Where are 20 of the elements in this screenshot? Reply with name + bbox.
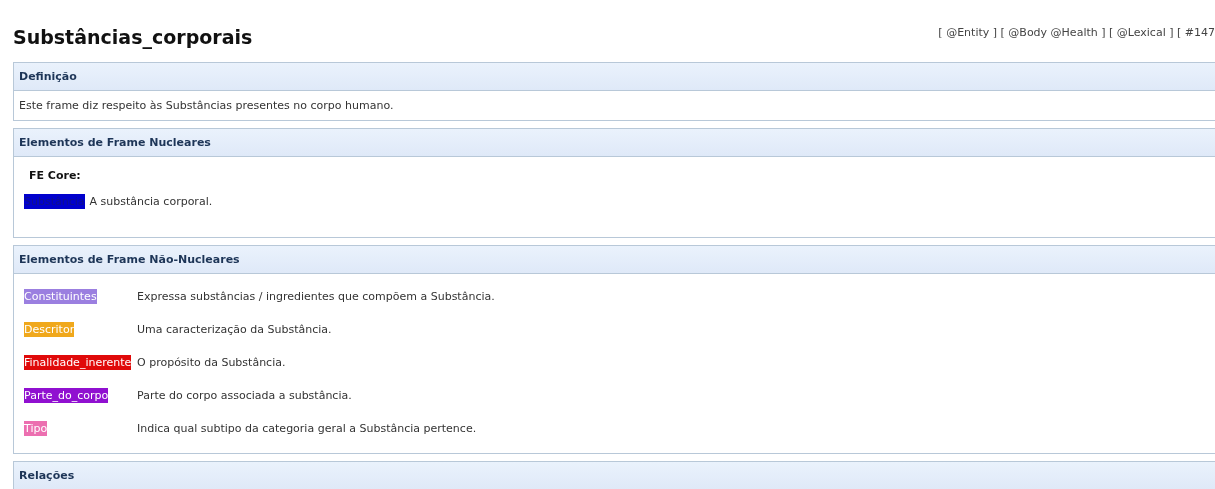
fe-tag: Descritor	[24, 322, 75, 337]
fe-tag: Finalidade_inerente	[24, 355, 132, 370]
section-header[interactable]: Definição	[14, 63, 1215, 91]
fe-description: Uma caracterização da Substância.	[137, 323, 332, 336]
fe-description: Indica qual subtipo da categoria geral a Substância pertence.	[137, 422, 477, 435]
fe-tag: Constituintes	[24, 289, 97, 304]
frame-title: Substâncias_corporais	[13, 26, 253, 48]
section-header[interactable]: Elementos de Frame Nucleares	[14, 129, 1215, 157]
fe-tag: Substância	[24, 194, 85, 209]
fe-description: Parte do corpo associada a substância.	[137, 389, 352, 402]
fe-tag: Tipo	[24, 421, 48, 436]
definition-text: Este frame diz respeito às Substâncias presentes no corpo humano.	[19, 99, 394, 112]
fe-tag: Parte_do_corpo	[24, 388, 109, 403]
frame-tags: [ @Entity ] [ @Body @Health ] [ @Lexical ] [ #147	[938, 26, 1215, 39]
fe-description: O propósito da Substância.	[137, 356, 286, 369]
section-header[interactable]: Relações	[14, 462, 1215, 489]
fe-core-label: FE Core:	[29, 169, 82, 182]
fe-description: A substância corporal.	[89, 195, 213, 208]
fe-description: Expressa substâncias / ingredientes que compõem a Substância.	[137, 290, 495, 303]
section-header[interactable]: Elementos de Frame Não-Nucleares	[14, 246, 1215, 274]
